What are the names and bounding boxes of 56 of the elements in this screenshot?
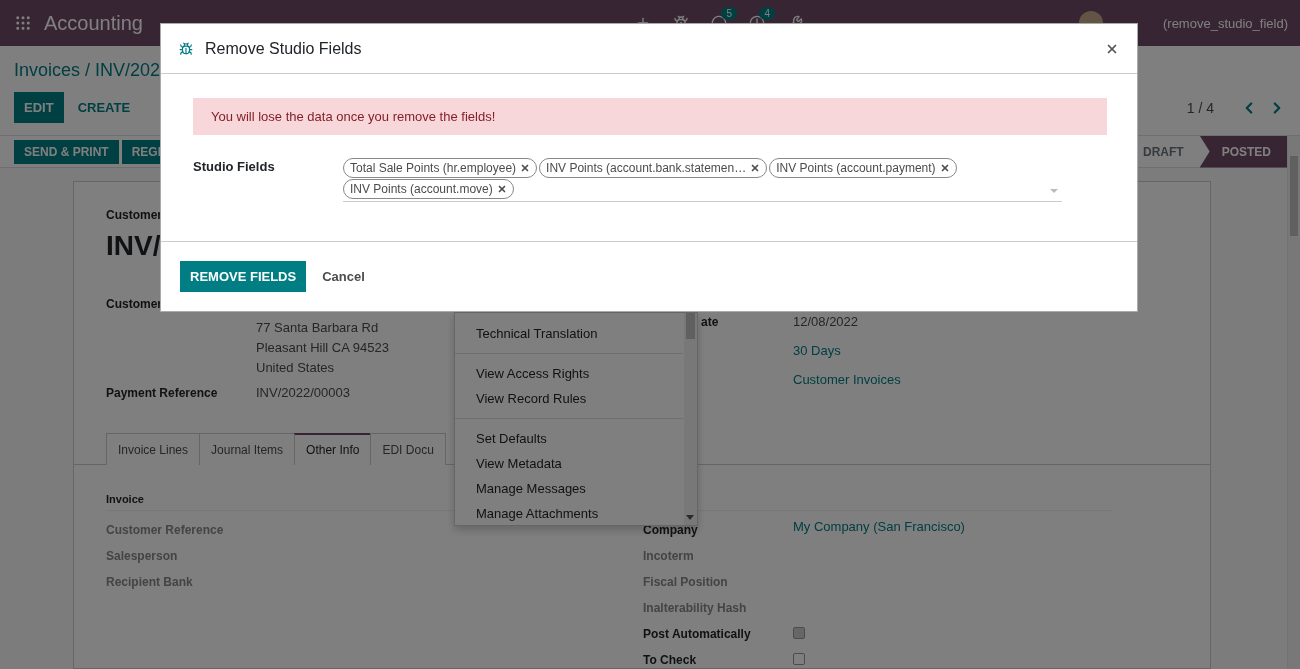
remove-icon[interactable] [750,163,761,173]
user-menu[interactable]: (remove_studio_field) [1163,15,1288,31]
field-label: Recipient Bank [106,574,193,591]
field-label: Customer [106,296,162,313]
remove-fields-button[interactable]: REMOVE FIELDS [180,261,307,292]
edit-button[interactable]: EDIT [14,92,64,123]
activity-count-badge: 4 [759,7,775,20]
form-tab[interactable]: EDI Docu [370,433,446,465]
field-link[interactable]: Customer Invoices [793,370,901,390]
field-label: Customer Reference [106,522,224,539]
address-line: Pleasant Hill CA 94523 [256,339,389,357]
remove-icon[interactable] [520,163,531,173]
dropdown-caret-icon [1050,189,1058,193]
action-button[interactable]: SEND & PRINT [14,139,119,164]
tags-field[interactable]: Total Sale Points (hr.employee) INV Points (account.bank.statemen… INV Points (account.payment) INV Points (account.move) [343,158,1062,202]
menu-item[interactable]: Set Defaults [455,426,683,451]
checkbox[interactable] [793,652,805,665]
cancel-button[interactable]: Cancel [314,261,373,292]
menu-scrollbar[interactable] [684,313,697,525]
field-label: To Check [643,652,697,669]
field-label: Payment Reference [106,385,218,402]
field-link[interactable]: My Company (San Francisco) [793,517,965,537]
form-tab[interactable]: Journal Items [199,433,296,465]
status-stage[interactable]: POSTED [1199,135,1287,168]
field-value: 12/08/2022 [793,313,859,331]
remove-icon[interactable] [939,163,950,173]
invoice-number: INV/ [106,229,162,263]
menu-item[interactable]: View Record Rules [455,386,683,411]
form-tab[interactable]: Invoice Lines [106,433,201,465]
pager-count: 1 / 4 [1186,99,1214,116]
field-label: Company [643,522,698,539]
dialog-title: Remove Studio Fields [205,39,362,58]
field-label: Inalterability Hash [643,600,747,617]
field-label: Post Automatically [643,626,751,643]
field-label: Fiscal Position [643,574,728,591]
create-button[interactable]: CREATE [67,92,141,123]
remove-icon[interactable] [496,184,507,194]
field-label: Studio Fields [193,158,276,176]
document-type-label: Customer [106,208,163,222]
field-label: Incoterm [643,548,694,565]
menu-item[interactable]: View Metadata [455,451,683,476]
apps-menu-icon[interactable] [14,14,32,32]
field-label: Salesperson [106,548,178,565]
message-count-badge: 5 [721,7,737,20]
field-value: INV/2022/00003 [256,384,350,402]
app-name: Accounting [44,11,143,35]
bug-icon [179,41,193,56]
field-label: ate [701,314,719,331]
address-line: 77 Santa Barbara Rd [256,319,379,337]
menu-item[interactable]: Technical Translation [455,321,683,346]
scrollbar[interactable] [1287,136,1300,669]
field-link[interactable]: 30 Days [793,341,841,361]
form-tab[interactable]: Other Info [294,433,372,465]
address-line: United States [256,359,335,377]
menu-item[interactable]: View Access Rights [455,361,683,386]
warning-alert: You will lose the data once you remove the fields! [193,98,1107,135]
